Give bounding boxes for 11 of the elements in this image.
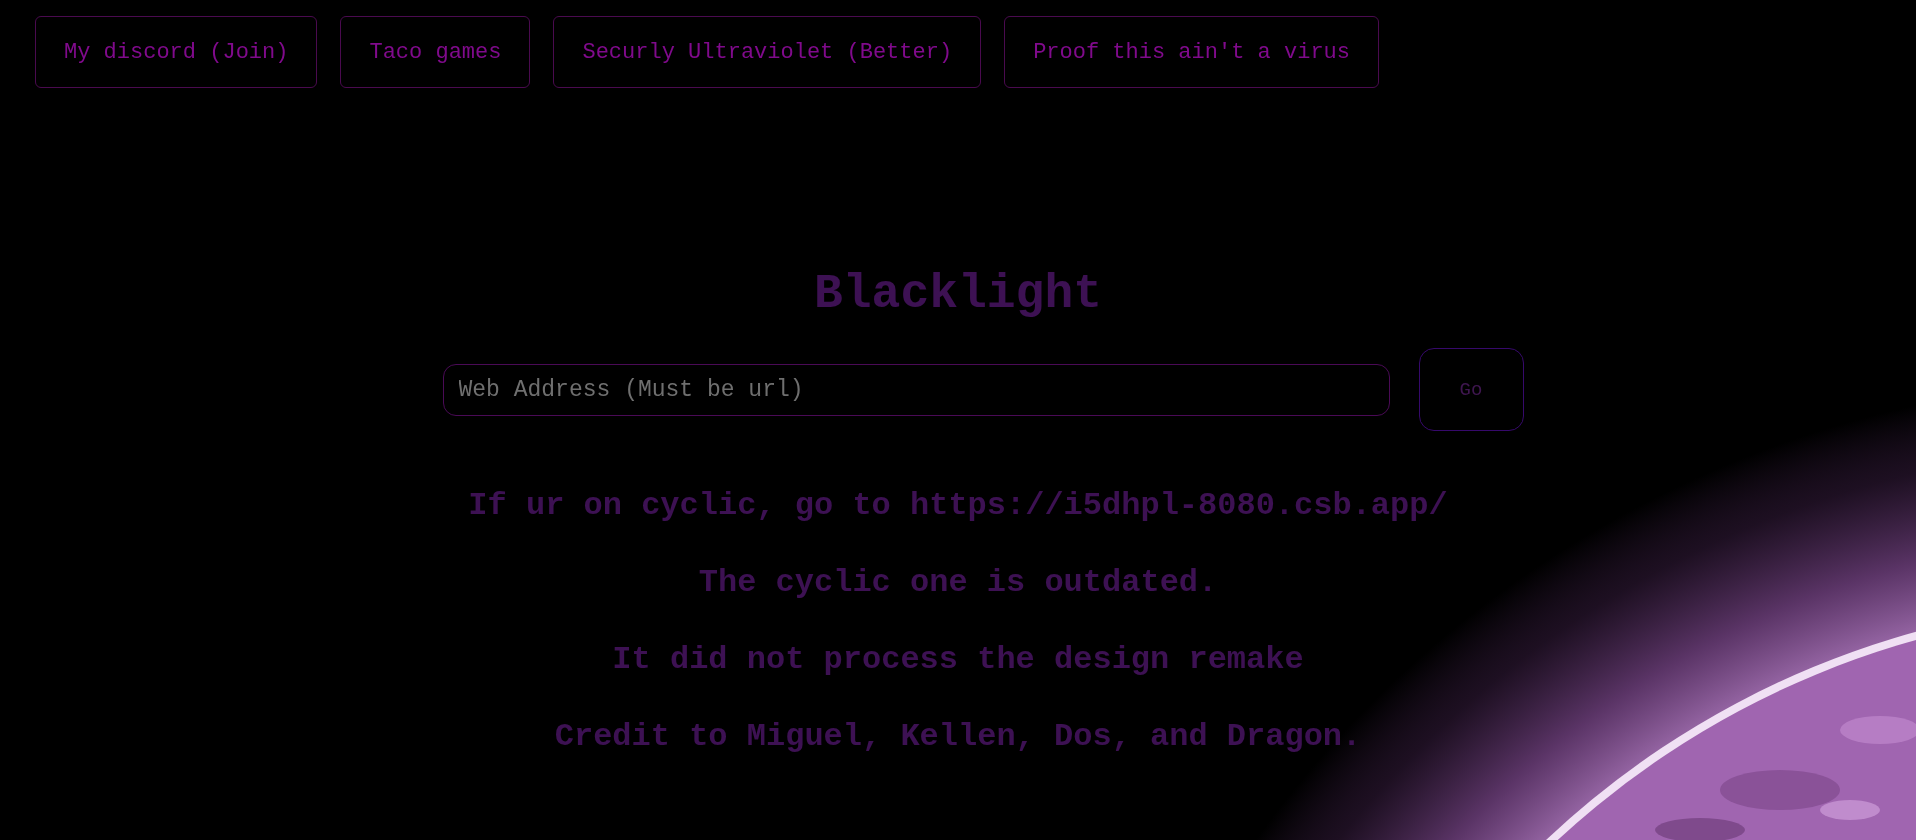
notice-text: It did not process the design remake <box>612 643 1304 677</box>
nav-link[interactable]: Proof this ain't a virus <box>1004 16 1379 88</box>
url-input-field[interactable]: Web Address (Must be url) <box>442 363 1390 416</box>
nav-link[interactable]: Securly Ultraviolet (Better) <box>553 16 982 88</box>
nav-link[interactable]: Taco games <box>340 16 531 88</box>
notice-text: The cyclic one is outdated. <box>698 566 1218 600</box>
notice-text: Credit to Miguel, Kellen, Dos, and Dragon. <box>554 720 1362 754</box>
page-title: Blacklight <box>813 266 1102 322</box>
nav-link[interactable]: My discord (Join) <box>35 16 318 88</box>
go-button[interactable]: Go <box>1418 348 1524 431</box>
notice-text: If ur on cyclic, go to https://i5dhpl-8080.csb.app/ <box>468 489 1448 523</box>
